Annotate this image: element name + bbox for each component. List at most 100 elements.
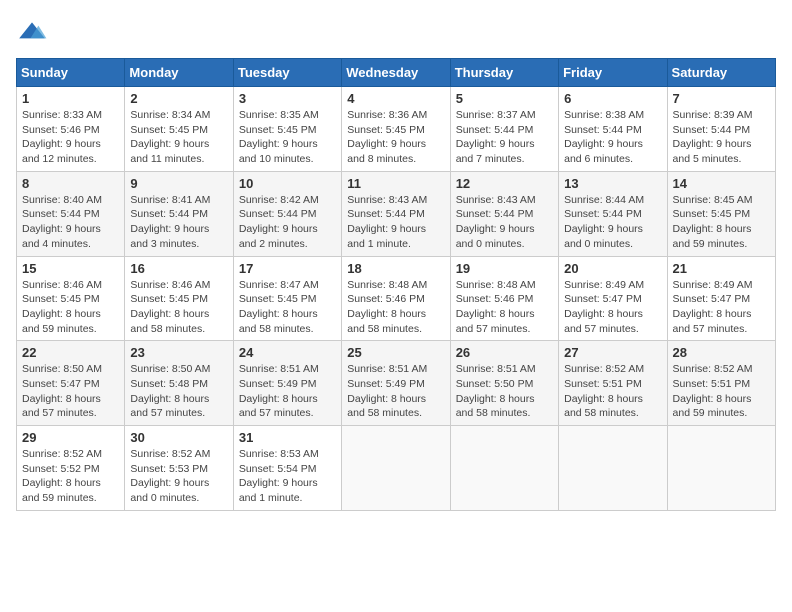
day-number: 12 [456,176,553,191]
day-info: Sunrise: 8:35 AMSunset: 5:45 PMDaylight:… [239,108,336,167]
calendar-week-row: 1 Sunrise: 8:33 AMSunset: 5:46 PMDaylight… [17,87,776,172]
day-info: Sunrise: 8:51 AMSunset: 5:50 PMDaylight:… [456,362,553,421]
calendar-cell: 15 Sunrise: 8:46 AMSunset: 5:45 PMDayligh… [17,256,125,341]
day-info: Sunrise: 8:50 AMSunset: 5:47 PMDaylight:… [22,362,119,421]
day-number: 21 [673,261,770,276]
day-info: Sunrise: 8:38 AMSunset: 5:44 PMDaylight:… [564,108,661,167]
day-number: 25 [347,345,444,360]
calendar-cell [450,426,558,511]
calendar-cell: 4 Sunrise: 8:36 AMSunset: 5:45 PMDaylight… [342,87,450,172]
day-number: 29 [22,430,119,445]
day-info: Sunrise: 8:43 AMSunset: 5:44 PMDaylight:… [347,193,444,252]
weekday-header: Wednesday [342,59,450,87]
weekday-header: Tuesday [233,59,341,87]
day-number: 1 [22,91,119,106]
day-info: Sunrise: 8:51 AMSunset: 5:49 PMDaylight:… [239,362,336,421]
calendar-cell: 22 Sunrise: 8:50 AMSunset: 5:47 PMDayligh… [17,341,125,426]
calendar-cell: 31 Sunrise: 8:53 AMSunset: 5:54 PMDayligh… [233,426,341,511]
day-info: Sunrise: 8:52 AMSunset: 5:53 PMDaylight:… [130,447,227,506]
calendar-cell: 2 Sunrise: 8:34 AMSunset: 5:45 PMDaylight… [125,87,233,172]
day-info: Sunrise: 8:46 AMSunset: 5:45 PMDaylight:… [130,278,227,337]
day-number: 20 [564,261,661,276]
calendar-cell: 20Sunrise: 8:49 AMSunset: 5:47 PMDayligh… [559,256,667,341]
day-number: 9 [130,176,227,191]
calendar-cell: 1 Sunrise: 8:33 AMSunset: 5:46 PMDaylight… [17,87,125,172]
day-info: Sunrise: 8:36 AMSunset: 5:45 PMDaylight:… [347,108,444,167]
calendar-cell: 21 Sunrise: 8:49 AMSunset: 5:47 PMDayligh… [667,256,775,341]
day-number: 3 [239,91,336,106]
weekday-header-row: SundayMondayTuesdayWednesdayThursdayFrid… [17,59,776,87]
day-number: 10 [239,176,336,191]
day-number: 27 [564,345,661,360]
calendar-cell: 7 Sunrise: 8:39 AMSunset: 5:44 PMDaylight… [667,87,775,172]
day-info: Sunrise: 8:48 AMSunset: 5:46 PMDaylight:… [347,278,444,337]
day-info: Sunrise: 8:45 AMSunset: 5:45 PMDaylight:… [673,193,770,252]
calendar-cell: 28Sunrise: 8:52 AMSunset: 5:51 PMDayligh… [667,341,775,426]
weekday-header: Friday [559,59,667,87]
weekday-header: Saturday [667,59,775,87]
calendar-cell: 14Sunrise: 8:45 AMSunset: 5:45 PMDayligh… [667,171,775,256]
calendar-cell: 10Sunrise: 8:42 AMSunset: 5:44 PMDayligh… [233,171,341,256]
logo [16,16,52,48]
day-number: 5 [456,91,553,106]
day-number: 15 [22,261,119,276]
day-info: Sunrise: 8:43 AMSunset: 5:44 PMDaylight:… [456,193,553,252]
day-number: 13 [564,176,661,191]
weekday-header: Monday [125,59,233,87]
day-info: Sunrise: 8:44 AMSunset: 5:44 PMDaylight:… [564,193,661,252]
calendar-week-row: 22 Sunrise: 8:50 AMSunset: 5:47 PMDayligh… [17,341,776,426]
calendar-week-row: 8Sunrise: 8:40 AMSunset: 5:44 PMDaylight… [17,171,776,256]
day-number: 16 [130,261,227,276]
calendar-cell: 25 Sunrise: 8:51 AMSunset: 5:49 PMDayligh… [342,341,450,426]
calendar-cell: 6 Sunrise: 8:38 AMSunset: 5:44 PMDaylight… [559,87,667,172]
day-number: 31 [239,430,336,445]
day-number: 22 [22,345,119,360]
day-info: Sunrise: 8:50 AMSunset: 5:48 PMDaylight:… [130,362,227,421]
day-number: 18 [347,261,444,276]
calendar-week-row: 15 Sunrise: 8:46 AMSunset: 5:45 PMDayligh… [17,256,776,341]
day-number: 24 [239,345,336,360]
calendar-cell: 30 Sunrise: 8:52 AMSunset: 5:53 PMDayligh… [125,426,233,511]
day-number: 2 [130,91,227,106]
calendar-cell: 11 Sunrise: 8:43 AMSunset: 5:44 PMDayligh… [342,171,450,256]
day-info: Sunrise: 8:52 AMSunset: 5:52 PMDaylight:… [22,447,119,506]
calendar-cell: 29 Sunrise: 8:52 AMSunset: 5:52 PMDayligh… [17,426,125,511]
day-info: Sunrise: 8:51 AMSunset: 5:49 PMDaylight:… [347,362,444,421]
day-number: 11 [347,176,444,191]
day-number: 4 [347,91,444,106]
day-info: Sunrise: 8:40 AMSunset: 5:44 PMDaylight:… [22,193,119,252]
day-info: Sunrise: 8:41 AMSunset: 5:44 PMDaylight:… [130,193,227,252]
calendar-cell [559,426,667,511]
calendar-cell: 3 Sunrise: 8:35 AMSunset: 5:45 PMDaylight… [233,87,341,172]
weekday-header: Thursday [450,59,558,87]
day-number: 17 [239,261,336,276]
calendar-cell: 8Sunrise: 8:40 AMSunset: 5:44 PMDaylight… [17,171,125,256]
calendar-week-row: 29 Sunrise: 8:52 AMSunset: 5:52 PMDayligh… [17,426,776,511]
calendar-cell: 18 Sunrise: 8:48 AMSunset: 5:46 PMDayligh… [342,256,450,341]
day-number: 26 [456,345,553,360]
calendar-cell: 13 Sunrise: 8:44 AMSunset: 5:44 PMDayligh… [559,171,667,256]
day-info: Sunrise: 8:39 AMSunset: 5:44 PMDaylight:… [673,108,770,167]
day-info: Sunrise: 8:53 AMSunset: 5:54 PMDaylight:… [239,447,336,506]
calendar-cell: 26 Sunrise: 8:51 AMSunset: 5:50 PMDayligh… [450,341,558,426]
day-info: Sunrise: 8:49 AMSunset: 5:47 PMDaylight:… [673,278,770,337]
day-info: Sunrise: 8:33 AMSunset: 5:46 PMDaylight:… [22,108,119,167]
day-number: 6 [564,91,661,106]
calendar-cell: 16 Sunrise: 8:46 AMSunset: 5:45 PMDayligh… [125,256,233,341]
page-header [16,16,776,48]
day-number: 23 [130,345,227,360]
day-number: 19 [456,261,553,276]
day-info: Sunrise: 8:34 AMSunset: 5:45 PMDaylight:… [130,108,227,167]
day-number: 7 [673,91,770,106]
calendar-cell: 12 Sunrise: 8:43 AMSunset: 5:44 PMDayligh… [450,171,558,256]
day-info: Sunrise: 8:46 AMSunset: 5:45 PMDaylight:… [22,278,119,337]
day-number: 30 [130,430,227,445]
calendar-cell: 19 Sunrise: 8:48 AMSunset: 5:46 PMDayligh… [450,256,558,341]
weekday-header: Sunday [17,59,125,87]
day-info: Sunrise: 8:52 AMSunset: 5:51 PMDaylight:… [564,362,661,421]
calendar-cell: 23 Sunrise: 8:50 AMSunset: 5:48 PMDayligh… [125,341,233,426]
calendar-cell: 9 Sunrise: 8:41 AMSunset: 5:44 PMDaylight… [125,171,233,256]
calendar-cell: 17Sunrise: 8:47 AMSunset: 5:45 PMDayligh… [233,256,341,341]
day-info: Sunrise: 8:48 AMSunset: 5:46 PMDaylight:… [456,278,553,337]
day-number: 28 [673,345,770,360]
